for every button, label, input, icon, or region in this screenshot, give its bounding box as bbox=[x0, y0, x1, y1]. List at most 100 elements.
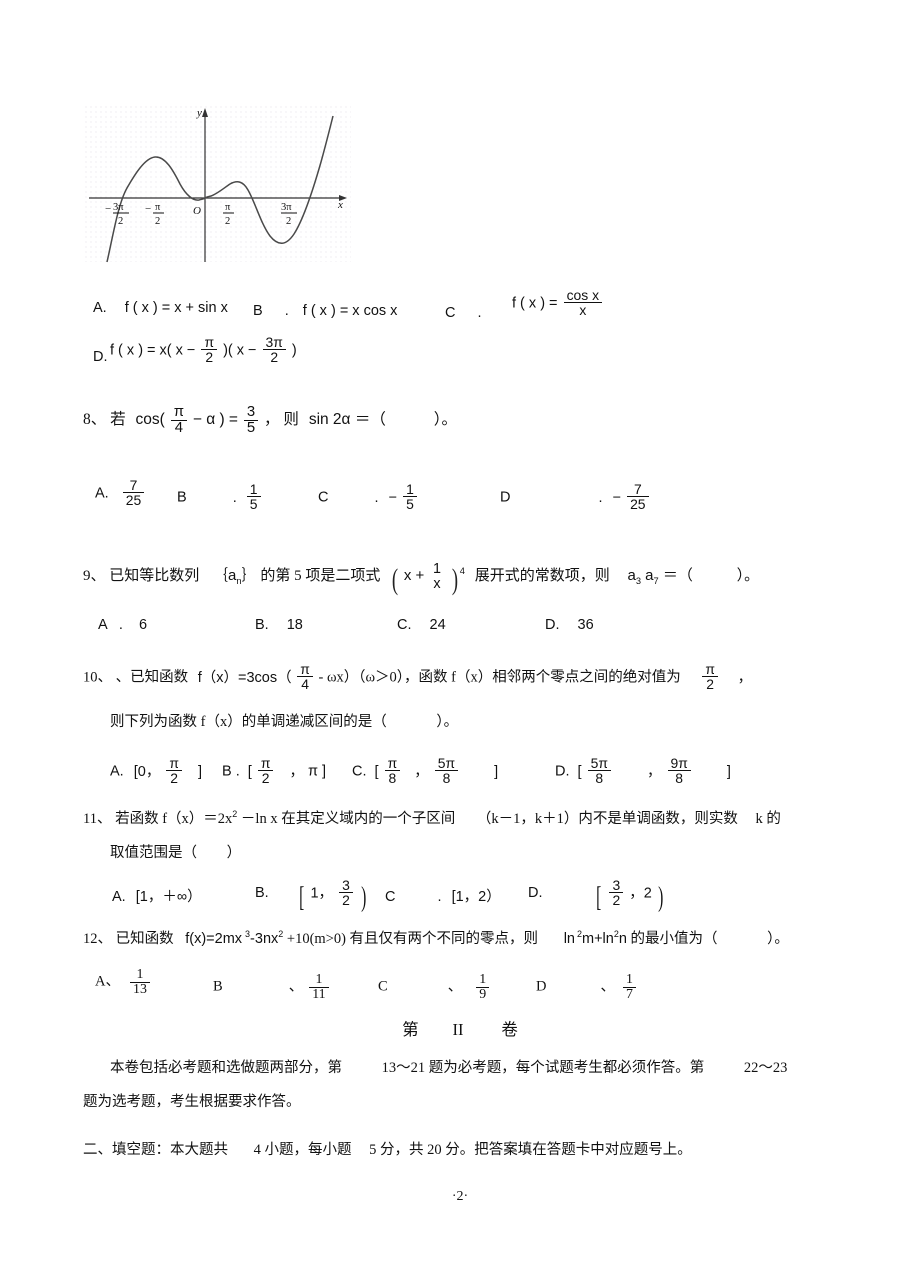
q9-expr-a7: a bbox=[640, 566, 654, 584]
q8-number: 8、 bbox=[83, 411, 107, 429]
q7-option-b-text: f ( x ) = x cos x bbox=[302, 303, 398, 319]
q10-option-b[interactable]: B . [ π 2 ， π ] bbox=[222, 756, 327, 786]
q9-text-c: 展开式的常数项，则 bbox=[474, 567, 610, 584]
q7-option-d-label: D. bbox=[93, 349, 108, 365]
q10-option-d-fraction-2: 9π 8 bbox=[667, 756, 691, 785]
q7-option-b-label: B bbox=[253, 303, 263, 319]
q8-option-d[interactable]: D . − 7 25 bbox=[500, 482, 651, 511]
q10-option-c-fraction-1: π 8 bbox=[384, 756, 401, 785]
svg-text:2: 2 bbox=[286, 216, 291, 227]
q12-option-a-label: A、 bbox=[95, 973, 120, 990]
q8-cos-open: cos( bbox=[135, 411, 165, 429]
fill-blank-a: 二、填空题：本大题共 bbox=[83, 1142, 228, 1158]
question-11-stem-line2: 取值范围是（ ） bbox=[110, 843, 241, 865]
q9-binomial-right-paren: ) bbox=[451, 562, 458, 596]
q10-function-expr: f（x）=3cos（ bbox=[197, 669, 292, 686]
q11-option-b[interactable]: B. bbox=[255, 885, 269, 901]
q11-option-d-left-bracket: [ bbox=[596, 882, 602, 914]
q11-line2-tail: ） bbox=[226, 845, 242, 861]
y-axis-label: y bbox=[196, 107, 202, 119]
q11-line1-c: （k－1，k＋1）内不是单调函数，则实数 bbox=[476, 810, 738, 827]
q10-fraction-pi-2: π 2 bbox=[702, 662, 718, 691]
q7-option-d-expr: f ( x ) = x( x − π 2 )( x − 3π 2 ) bbox=[110, 335, 297, 365]
q8-option-c-label: C bbox=[318, 489, 329, 506]
svg-text:−: − bbox=[105, 203, 111, 215]
q8-option-a-value: 7 25 bbox=[122, 478, 145, 507]
q10-option-d-fraction-1: 5π 8 bbox=[587, 756, 611, 785]
q8-option-c-dot: . bbox=[374, 489, 379, 506]
q11-option-c-text: [1，2） bbox=[451, 889, 501, 905]
q8-option-d-label: D bbox=[500, 489, 511, 506]
question-9-stem: 9、 已知等比数列 ｛an｝ 的第 5 项是二项式 ( x + 1 x ) 4 展… bbox=[83, 562, 759, 596]
q7-option-a-text: f ( x ) = x + sin x bbox=[124, 300, 228, 316]
q10-option-b-close: ] bbox=[322, 763, 327, 780]
q9-sequence-open: ｛a bbox=[213, 566, 237, 584]
q11-option-a-text: [1，＋∞） bbox=[135, 889, 202, 905]
q10-option-a-fraction: π 2 bbox=[166, 756, 182, 785]
q8-option-d-dot: . bbox=[598, 489, 603, 506]
q9-option-a-label: A bbox=[98, 617, 107, 633]
svg-text:3π: 3π bbox=[281, 202, 292, 213]
q10-fraction-pi-4: π 4 bbox=[297, 662, 313, 691]
q9-binomial-left-paren: ( bbox=[391, 562, 399, 596]
q8-fraction-3-5: 3 5 bbox=[243, 404, 259, 436]
q9-option-a[interactable]: A . 6 bbox=[98, 617, 147, 633]
q11-option-a[interactable]: A. [1，＋∞） bbox=[112, 885, 202, 906]
q7-option-a[interactable]: A. f ( x ) = x + sin x bbox=[93, 300, 228, 316]
question-12-stem: 12、 已知函数 f(x)=2mx 3-3nx2 +10(m>0) 有且仅有两个不… bbox=[83, 928, 789, 951]
q8-option-c[interactable]: C . − 1 5 bbox=[318, 482, 419, 511]
section-2-title: 第 II 卷 bbox=[0, 1018, 920, 1043]
q11-option-b-label: B. bbox=[255, 885, 269, 901]
q9-binomial: ( x + 1 x ) 4 bbox=[390, 562, 465, 596]
q9-sequence-close: ｝ bbox=[241, 566, 257, 584]
q10-option-b-open: [ bbox=[247, 763, 252, 780]
q11-option-c-label: C bbox=[385, 889, 396, 905]
q12-option-d-label: D bbox=[536, 978, 547, 995]
q11-option-d[interactable]: D. bbox=[528, 885, 543, 901]
q10-option-a[interactable]: A. [0， π 2 ] bbox=[110, 756, 202, 786]
q12-option-c[interactable]: C 、 1 9 bbox=[378, 972, 491, 1002]
q10-line2-text: 则下列为函数 f（x）的单调递减区间的是（ bbox=[110, 714, 387, 730]
q11-line2-text: 取值范围是（ bbox=[110, 845, 197, 861]
q10-option-b-fraction: π 2 bbox=[257, 756, 274, 785]
q9-option-d[interactable]: D. 36 bbox=[545, 617, 594, 633]
origin-label: O bbox=[193, 205, 201, 217]
section-2-para1-c: 22～23 bbox=[743, 1060, 788, 1076]
q7-option-b[interactable]: B . f ( x ) = x cos x bbox=[253, 303, 397, 319]
q9-option-c[interactable]: C. 24 bbox=[397, 617, 446, 633]
q11-option-c[interactable]: C . [1，2） bbox=[385, 885, 501, 906]
q10-option-c[interactable]: C. [ π 8 ， 5π 8 ] bbox=[352, 756, 498, 786]
q10-option-c-fraction-2: 5π 8 bbox=[434, 756, 459, 785]
exam-page: y x O − 3π 2 − π 2 π 2 3π 2 A. f (x) =… bbox=[0, 0, 920, 1274]
q8-option-a[interactable]: A. 7 25 bbox=[95, 478, 146, 507]
q11-line1-a: 若函数 f（x）＝2x bbox=[115, 810, 233, 827]
fill-blank-b: 4 小题，每小题 bbox=[253, 1142, 352, 1158]
q8-option-c-value: 1 5 bbox=[403, 482, 417, 511]
q9-option-c-label: C. bbox=[397, 617, 412, 633]
q10-option-b-plain: π bbox=[308, 763, 319, 780]
q11-exponent: 2 bbox=[232, 809, 238, 819]
q10-option-b-label: B . bbox=[222, 763, 240, 780]
q12-ln-expr: ln bbox=[563, 930, 575, 947]
q11-option-d-label: D. bbox=[528, 885, 543, 901]
q7-option-c[interactable]: C . bbox=[445, 305, 482, 321]
q12-function-expr: f(x)=2mx bbox=[185, 930, 243, 947]
q12-option-b-value: 1 11 bbox=[309, 972, 329, 1002]
q9-binomial-x: x + bbox=[403, 566, 425, 584]
q7-option-d-prefix: f ( x ) = x( x − bbox=[110, 342, 196, 359]
graph-svg: y x O − 3π 2 − π 2 π 2 3π 2 bbox=[85, 104, 351, 263]
question-11-stem-line1: 11、 若函数 f（x）＝2x2 －ln x 在其定义域内的一个子区间 （k－1… bbox=[83, 808, 781, 831]
section-2-title-a: 第 bbox=[402, 1020, 419, 1039]
q12-option-d[interactable]: D 、 1 7 bbox=[536, 972, 638, 1002]
q8-option-b[interactable]: B . 1 5 bbox=[177, 482, 263, 511]
q12-option-a[interactable]: A、 1 13 bbox=[95, 967, 152, 997]
question-10-stem-line1: 10、 、已知函数 f（x）=3cos（ π 4 - ωx）（ω＞0），函数 f… bbox=[83, 662, 752, 692]
q7-option-d-label-wrap[interactable]: D. bbox=[93, 349, 108, 365]
q8-fraction-pi-4: π 4 bbox=[170, 404, 187, 436]
q10-option-d[interactable]: D. [ 5π 8 ， 9π 8 ] bbox=[555, 756, 731, 786]
q10-option-a-open: [0， bbox=[133, 763, 161, 780]
q9-binomial-exponent: 4 bbox=[459, 565, 465, 576]
q9-option-b[interactable]: B. 18 bbox=[255, 617, 303, 633]
svg-text:2: 2 bbox=[155, 216, 160, 227]
q12-option-b[interactable]: B 、 1 11 bbox=[213, 972, 331, 1002]
